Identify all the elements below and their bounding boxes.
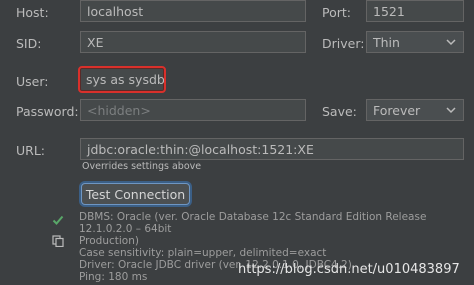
user-label: User: (16, 74, 49, 89)
chevron-down-icon (446, 107, 456, 114)
watermark-text: https://blog.csdn.net/u010483897 (238, 262, 460, 277)
url-field[interactable]: jdbc:oracle:thin:@localhost:1521:XE (80, 138, 464, 160)
user-field[interactable]: sys as sysdba (78, 66, 166, 93)
url-label: URL: (16, 143, 46, 158)
copy-icon[interactable] (52, 235, 64, 247)
host-field[interactable]: localhost (80, 0, 306, 22)
port-field[interactable]: 1521 (366, 0, 464, 22)
save-select[interactable]: Forever (366, 99, 464, 121)
driver-value: Thin (373, 34, 400, 50)
sid-label: SID: (16, 36, 42, 51)
port-label: Port: (322, 5, 351, 20)
save-value: Forever (373, 102, 421, 118)
password-label: Password: (16, 104, 79, 119)
password-field[interactable]: <hidden> (80, 99, 306, 121)
host-label: Host: (16, 5, 49, 20)
driver-label: Driver: (322, 36, 365, 51)
driver-select[interactable]: Thin (366, 31, 464, 53)
sid-field[interactable]: XE (80, 31, 306, 53)
chevron-down-icon (446, 39, 456, 46)
status-line: Case sensitivity: plain=upper, delimited… (79, 247, 327, 259)
checkmark-icon (52, 215, 64, 225)
test-connection-button[interactable]: Test Connection (81, 183, 190, 205)
status-line: Production) (79, 235, 139, 247)
url-hint: Overrides settings above (82, 161, 202, 172)
save-label: Save: (322, 104, 357, 119)
status-line: DBMS: Oracle (ver. Oracle Database 12c S… (79, 211, 427, 235)
